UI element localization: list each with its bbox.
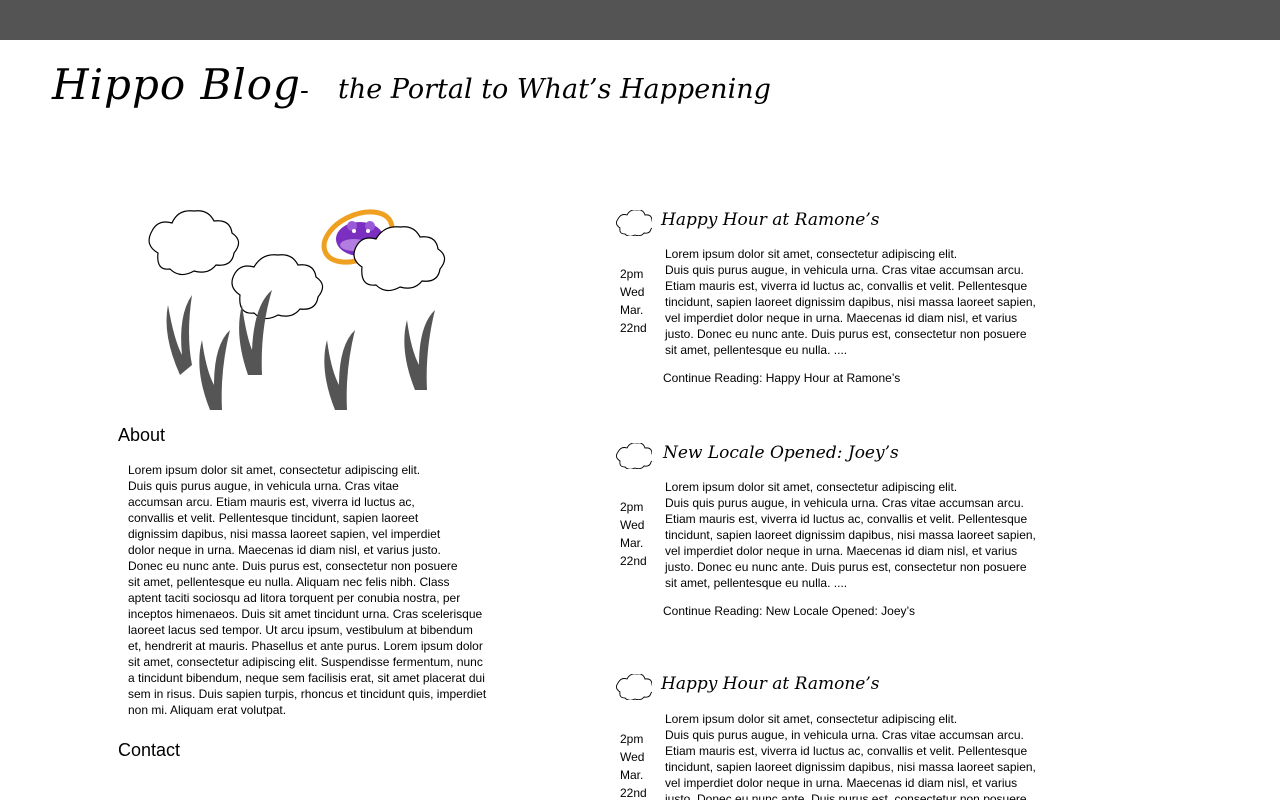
post-date: 2pm Wed Mar. 22nd: [620, 498, 660, 570]
title-separator: -: [300, 76, 309, 106]
post-month: Mar.: [620, 768, 644, 782]
post-time: 2pm: [620, 267, 644, 281]
continue-reading-link[interactable]: Continue Reading: New Locale Opened: Joe…: [663, 604, 915, 618]
post-excerpt: Lorem ipsum dolor sit amet, consectetur …: [665, 712, 1036, 800]
cloud-icon: [615, 443, 652, 469]
about-text: Lorem ipsum dolor sit amet, consectetur …: [128, 463, 487, 717]
cloud-icon: [615, 210, 652, 236]
site-title[interactable]: Hippo Blog: [52, 60, 301, 109]
post-day-number: 22nd: [620, 786, 647, 800]
continue-reading-link[interactable]: Continue Reading: Happy Hour at Ramone’s: [663, 371, 900, 385]
post-date: 2pm Wed Mar. 22nd: [620, 265, 660, 337]
post-month: Mar.: [620, 536, 644, 550]
post-excerpt: Lorem ipsum dolor sit amet, consectetur …: [665, 480, 1036, 590]
post-title[interactable]: New Locale Opened: Joey’s: [663, 443, 899, 463]
post-day: Wed: [620, 285, 645, 299]
post-time: 2pm: [620, 500, 644, 514]
top-bar: [0, 0, 1280, 40]
post-day: Wed: [620, 750, 645, 764]
cloud-icon: [231, 254, 324, 320]
post-day: Wed: [620, 518, 645, 532]
blog-post: New Locale Opened: Joey’s 2pm Wed Mar. 2…: [614, 443, 1054, 623]
post-time: 2pm: [620, 732, 644, 746]
contact-heading[interactable]: Contact: [118, 740, 180, 761]
cloud-icon: [615, 674, 652, 700]
post-month: Mar.: [620, 303, 644, 317]
blog-post: Happy Hour at Ramone’s 2pm Wed Mar. 22nd…: [614, 674, 1054, 800]
post-excerpt: Lorem ipsum dolor sit amet, consectetur …: [665, 247, 1036, 357]
post-day-number: 22nd: [620, 321, 647, 335]
post-title[interactable]: Happy Hour at Ramone’s: [661, 210, 879, 230]
blog-post: Happy Hour at Ramone’s 2pm Wed Mar. 22nd…: [614, 210, 1054, 390]
post-title[interactable]: Happy Hour at Ramone’s: [661, 674, 879, 694]
header-illustration: [148, 209, 446, 410]
post-day-number: 22nd: [620, 554, 647, 568]
cloud-icon: [148, 210, 240, 276]
about-heading: About: [118, 425, 166, 445]
post-date: 2pm Wed Mar. 22nd: [620, 730, 660, 800]
site-tagline: the Portal to What’s Happening: [338, 74, 771, 105]
